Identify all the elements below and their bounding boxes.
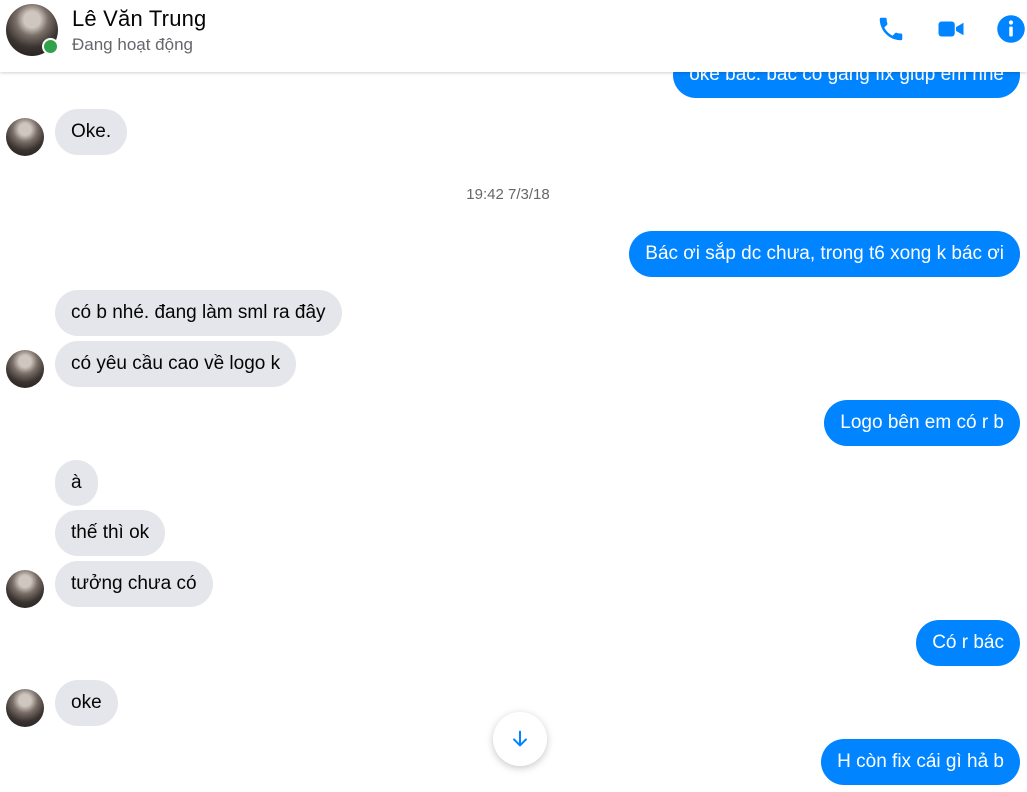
contact-name[interactable]: Lê Văn Trung: [72, 6, 207, 32]
conversation-header: Lê Văn Trung Đang hoạt động: [0, 0, 1027, 72]
message-incoming[interactable]: có b nhé. đang làm sml ra đây: [55, 290, 342, 336]
arrow-down-icon: [509, 728, 531, 750]
message-timestamp: 19:42 7/3/18: [466, 186, 550, 203]
message-incoming[interactable]: à: [55, 460, 98, 506]
message-thread: oke bác. bác cố gắng fix giúp em nhé Oke…: [0, 0, 1027, 792]
contact-status: Đang hoạt động: [72, 35, 193, 54]
info-icon[interactable]: [996, 14, 1026, 44]
contact-avatar[interactable]: [6, 118, 44, 156]
video-icon[interactable]: [936, 14, 966, 44]
phone-icon[interactable]: [876, 14, 906, 44]
message-incoming[interactable]: có yêu cầu cao về logo k: [55, 341, 297, 387]
message-outgoing[interactable]: H còn fix cái gì hả b: [821, 739, 1020, 785]
message-incoming[interactable]: Oke.: [55, 109, 128, 155]
message-outgoing[interactable]: Logo bên em có r b: [824, 400, 1020, 446]
contact-avatar[interactable]: [6, 350, 44, 388]
message-incoming[interactable]: tưởng chưa có: [55, 561, 213, 607]
contact-avatar[interactable]: [6, 689, 44, 727]
message-outgoing[interactable]: Bác ơi sắp dc chưa, trong t6 xong k bác …: [629, 231, 1020, 277]
message-outgoing[interactable]: Có r bác: [916, 620, 1020, 666]
contact-avatar[interactable]: [6, 570, 44, 608]
scroll-to-bottom-button[interactable]: [493, 712, 547, 766]
message-incoming[interactable]: oke: [55, 680, 118, 726]
message-incoming[interactable]: thế thì ok: [55, 510, 166, 556]
online-status-dot: [42, 38, 59, 55]
